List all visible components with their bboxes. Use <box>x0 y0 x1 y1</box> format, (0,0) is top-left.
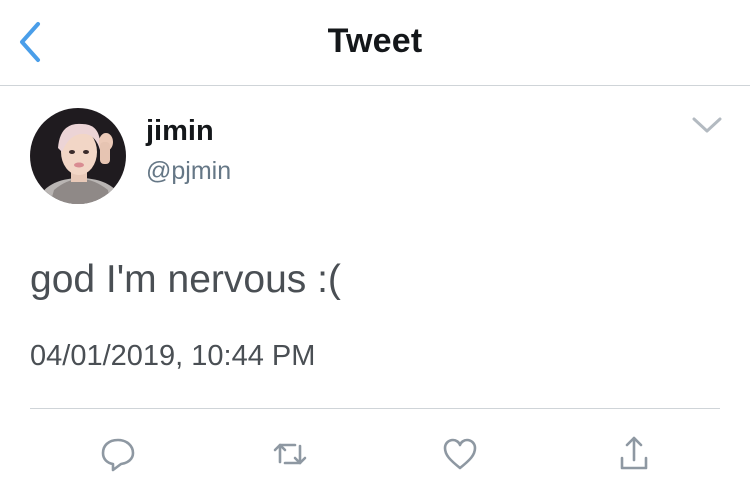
retweet-icon <box>273 443 307 465</box>
retweet-button[interactable] <box>268 432 312 476</box>
share-button[interactable] <box>612 432 656 476</box>
divider <box>30 408 720 409</box>
like-icon <box>443 438 477 470</box>
chevron-down-icon <box>692 117 722 133</box>
page-title: Tweet <box>327 22 423 60</box>
tweet-text: god I'm nervous :( <box>30 258 341 301</box>
reply-button[interactable] <box>96 432 140 476</box>
share-icon <box>620 436 648 470</box>
author-handle[interactable]: @pjmin <box>146 157 231 186</box>
tweet-timestamp: 04/01/2019, 10:44 PM <box>30 340 316 372</box>
more-options-button[interactable] <box>688 112 726 138</box>
reply-icon <box>101 438 135 472</box>
navigation-header: Tweet <box>0 0 750 86</box>
like-button[interactable] <box>438 432 482 476</box>
avatar[interactable] <box>30 108 126 204</box>
author-name[interactable]: jimin <box>146 115 214 148</box>
